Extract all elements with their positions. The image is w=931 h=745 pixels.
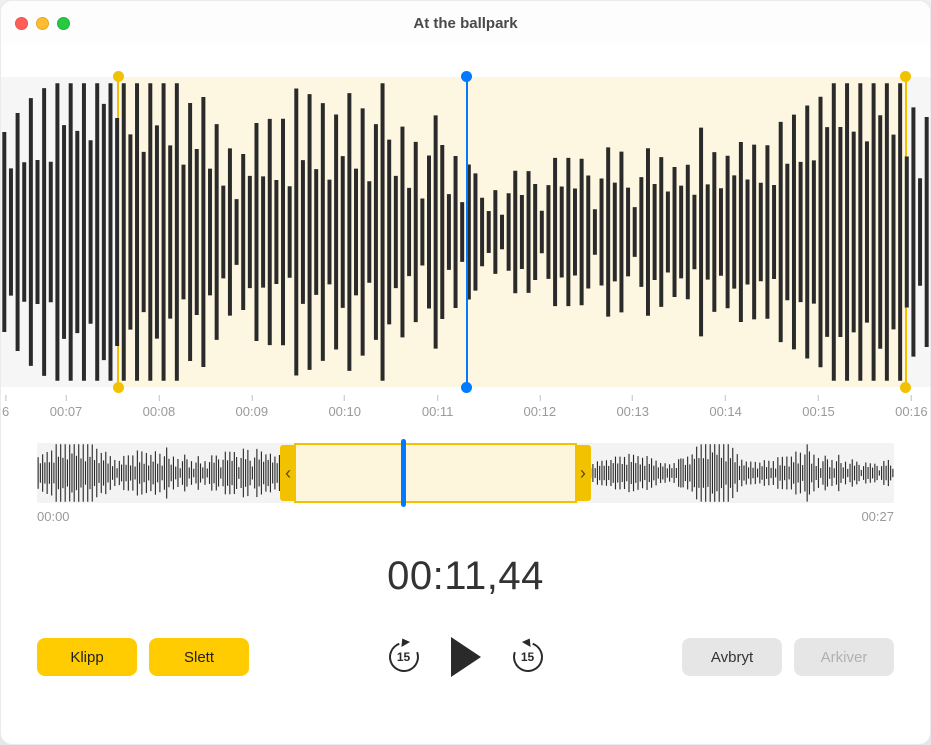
overview-trim-right-icon[interactable]: › [575, 445, 591, 501]
window-title: At the ballpark [1, 15, 930, 32]
minimize-icon[interactable] [36, 17, 49, 30]
time-tick: 00:15 [802, 395, 835, 419]
overview-start-label: 00:00 [37, 509, 70, 524]
trim-button[interactable]: Klipp [37, 638, 137, 676]
time-tick: 00:09 [236, 395, 269, 419]
window-controls [15, 17, 70, 30]
time-tick: 6 [2, 395, 9, 419]
skip-forward-15-icon: 15 [511, 640, 545, 674]
timecode-display: 00:11,44 [1, 554, 930, 599]
overview-selection[interactable]: ‹ › [294, 443, 577, 503]
time-ruler: 6 00:07 00:08 00:09 00:10 00:11 00:12 00:13 00:1… [1, 395, 930, 425]
close-icon[interactable] [15, 17, 28, 30]
play-button[interactable] [451, 637, 481, 677]
content-area: 6 00:07 00:08 00:09 00:10 00:11 00:12 00:13 00:1… [1, 45, 930, 744]
time-tick: 00:10 [328, 395, 361, 419]
playhead-handle-icon[interactable] [461, 382, 472, 393]
overview-playhead[interactable] [401, 439, 406, 507]
playhead-handle-icon[interactable] [461, 71, 472, 82]
app-window: At the ballpark 6 00:07 00:08 00:09 00:10 00:… [0, 0, 931, 745]
play-icon [451, 637, 481, 677]
titlebar: At the ballpark [1, 1, 930, 45]
cancel-button[interactable]: Avbryt [682, 638, 782, 676]
toolbar: Klipp Slett 15 15 [1, 637, 930, 713]
overview-end-label: 00:27 [861, 509, 894, 524]
overview-trim-left-icon[interactable]: ‹ [280, 445, 296, 501]
playhead[interactable] [466, 77, 468, 387]
delete-button[interactable]: Slett [149, 638, 249, 676]
fullscreen-icon[interactable] [57, 17, 70, 30]
time-tick: 00:11 [422, 395, 454, 419]
transport-controls: 15 15 [261, 637, 670, 677]
skip-back-button[interactable]: 15 [387, 640, 421, 674]
overview-ruler: 00:00 00:27 [37, 509, 894, 524]
action-buttons: Avbryt Arkiver [682, 638, 894, 676]
time-tick: 00:07 [50, 395, 83, 419]
time-tick: 00:16 [895, 395, 928, 419]
skip-forward-button[interactable]: 15 [511, 640, 545, 674]
time-tick: 00:13 [616, 395, 649, 419]
time-tick: 00:08 [143, 395, 176, 419]
skip-back-15-icon: 15 [387, 640, 421, 674]
overview-waveform[interactable]: ‹ › [37, 443, 894, 503]
main-waveform[interactable] [1, 77, 930, 387]
time-tick: 00:12 [524, 395, 557, 419]
save-button[interactable]: Arkiver [794, 638, 894, 676]
time-tick: 00:14 [709, 395, 742, 419]
